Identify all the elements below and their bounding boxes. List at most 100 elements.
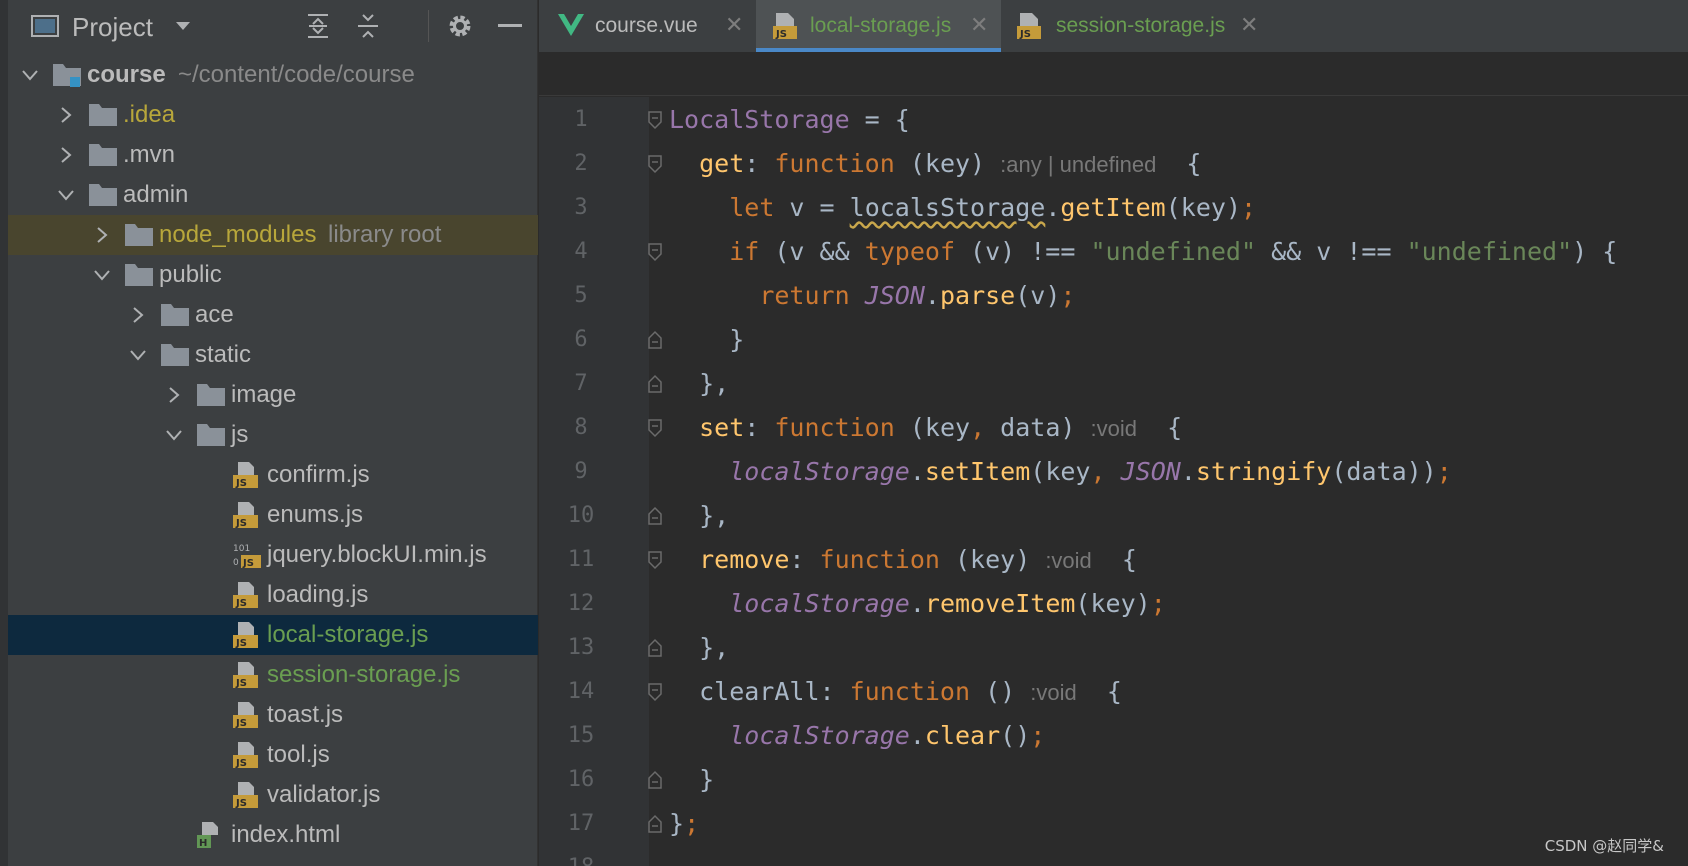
- tab-course-vue[interactable]: course.vue ✕: [539, 0, 755, 52]
- code-token: :: [744, 413, 775, 442]
- code-line: 14 clearAll: function () :void {: [0, 670, 1688, 714]
- tab-local-storage-js[interactable]: JS local-storage.js ✕: [756, 0, 1001, 52]
- fold-start-icon[interactable]: [647, 154, 663, 174]
- expand-all-icon[interactable]: [302, 0, 334, 52]
- code-token: .: [909, 721, 925, 750]
- line-number: 10: [567, 503, 595, 528]
- code-text: remove: function (key) :void {: [669, 538, 1137, 583]
- code-token: localStorage: [729, 589, 910, 618]
- code-token: v =: [774, 193, 850, 222]
- code-line: 16 }: [0, 758, 1688, 802]
- project-view-title[interactable]: Project: [72, 0, 153, 52]
- code-text: if (v && typeof (v) !== "undefined" && v…: [669, 230, 1617, 274]
- code-token: .: [909, 589, 925, 618]
- code-token: },: [669, 501, 730, 530]
- fold-end-icon[interactable]: [647, 770, 663, 790]
- code-token: if: [729, 237, 760, 266]
- code-token: ;: [1030, 721, 1046, 750]
- fold-start-icon[interactable]: [647, 242, 663, 262]
- code-token: (key): [1075, 589, 1151, 618]
- code-token: :: [744, 149, 775, 178]
- code-token: function: [849, 677, 971, 706]
- fold-end-icon[interactable]: [647, 330, 663, 350]
- code-token: removeItem: [924, 589, 1076, 618]
- line-number: 3: [574, 195, 588, 220]
- collapse-all-icon[interactable]: [352, 0, 384, 52]
- line-number: 13: [567, 635, 595, 660]
- line-number: 15: [567, 723, 595, 748]
- line-number: 17: [567, 811, 595, 836]
- code-line: 8 set: function (key, data) :void {: [0, 406, 1688, 450]
- fold-start-icon[interactable]: [647, 682, 663, 702]
- code-token: .: [1045, 193, 1061, 222]
- code-token: "undefined": [1090, 237, 1257, 266]
- code-token: (key: [894, 413, 971, 442]
- code-token: ,: [1090, 457, 1106, 486]
- code-token: (): [970, 677, 1031, 706]
- code-line: 7 },: [0, 362, 1688, 406]
- code-text: };: [669, 802, 699, 846]
- code-token: .: [1180, 457, 1196, 486]
- tab-session-storage-js[interactable]: JS session-storage.js ✕: [1002, 0, 1272, 52]
- code-token: getItem: [1060, 193, 1166, 222]
- line-number: 9: [574, 459, 588, 484]
- code-token: function: [774, 413, 895, 442]
- code-line: 2 get: function (key) :any | undefined {: [0, 142, 1688, 186]
- code-line: 9 localStorage.setItem(key, JSON.stringi…: [0, 450, 1688, 494]
- editor-breadcrumb-strip: [539, 52, 1688, 96]
- tree-item-course[interactable]: course ~/content/code/course: [8, 55, 538, 95]
- project-view-icon[interactable]: [30, 0, 60, 52]
- code-line: 10 },: [0, 494, 1688, 538]
- chevron-down-icon[interactable]: [20, 55, 40, 95]
- code-token: clearAll:: [669, 677, 850, 706]
- fold-end-icon[interactable]: [647, 506, 663, 526]
- minimize-icon[interactable]: [494, 0, 526, 52]
- code-text: clearAll: function () :void {: [669, 670, 1122, 715]
- fold-end-icon[interactable]: [647, 374, 663, 394]
- code-line: 17};: [0, 802, 1688, 846]
- code-token: {: [1156, 149, 1202, 178]
- svg-text:JS: JS: [1019, 29, 1031, 40]
- gear-icon[interactable]: [444, 0, 476, 52]
- close-icon[interactable]: ✕: [970, 0, 988, 50]
- fold-end-icon[interactable]: [647, 814, 663, 834]
- code-token: :any | undefined: [1000, 152, 1157, 177]
- dropdown-arrow-icon[interactable]: [168, 0, 198, 52]
- code-token: ,: [970, 413, 986, 442]
- header-divider: [428, 10, 429, 42]
- tab-label: session-storage.js: [1056, 14, 1226, 37]
- code-token: localStorage: [729, 457, 910, 486]
- code-token: get: [699, 149, 745, 178]
- code-line: 3 let v = localsStorage.getItem(key);: [0, 186, 1688, 230]
- code-line: 5 return JSON.parse(v);: [0, 274, 1688, 318]
- tab-label: local-storage.js: [810, 14, 952, 37]
- code-token: ;: [1150, 589, 1166, 618]
- line-number: 12: [567, 591, 595, 616]
- code-token: (v): [1015, 281, 1061, 310]
- code-token: let: [729, 193, 775, 222]
- fold-start-icon[interactable]: [647, 110, 663, 130]
- fold-end-icon[interactable]: [647, 638, 663, 658]
- code-token: (key): [894, 149, 1001, 178]
- line-number: 16: [567, 767, 595, 792]
- code-token: localStorage: [729, 721, 910, 750]
- line-number: 4: [574, 239, 588, 264]
- fold-start-icon[interactable]: [647, 550, 663, 570]
- code-token: JSON: [1120, 457, 1181, 486]
- code-line: 15 localStorage.clear();: [0, 714, 1688, 758]
- code-token: }: [669, 765, 715, 794]
- code-text: get: function (key) :any | undefined {: [669, 142, 1201, 187]
- code-line: 11 remove: function (key) :void {: [0, 538, 1688, 582]
- fold-start-icon[interactable]: [647, 418, 663, 438]
- code-token: :: [789, 545, 820, 574]
- close-icon[interactable]: ✕: [1240, 0, 1258, 50]
- close-icon[interactable]: ✕: [725, 0, 743, 50]
- code-token: setItem: [924, 457, 1031, 486]
- code-token: (key): [1165, 193, 1241, 222]
- code-token: ;: [1436, 457, 1452, 486]
